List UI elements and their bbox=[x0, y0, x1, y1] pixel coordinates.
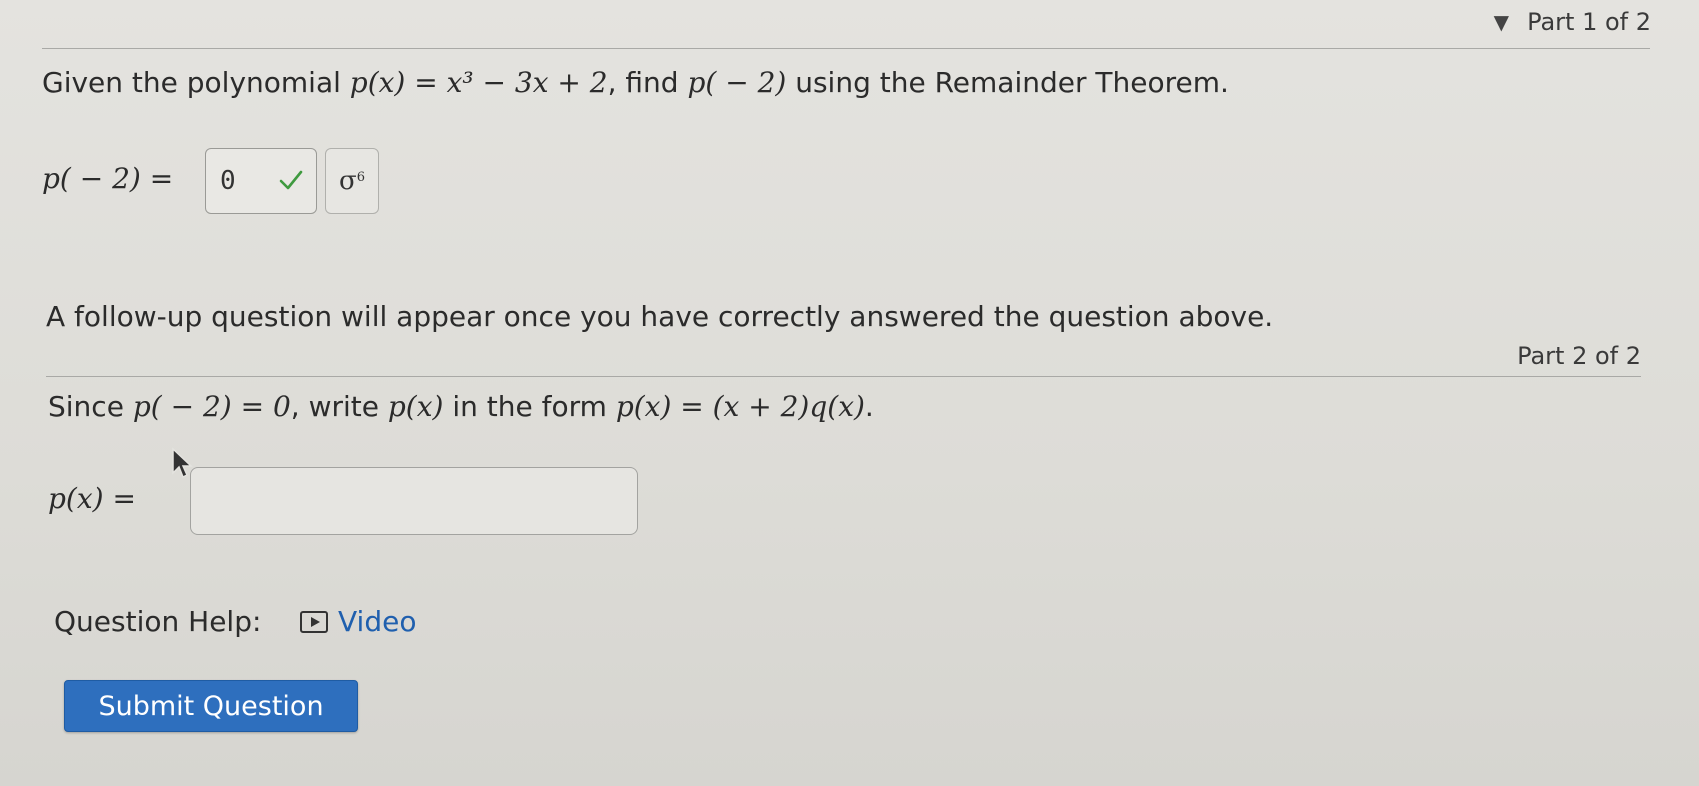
part-1-header[interactable]: ▼ Part 1 of 2 bbox=[1494, 8, 1651, 36]
check-icon bbox=[279, 170, 303, 190]
part-1-question: Given the polynomial p(x) = x³ − 3x + 2,… bbox=[42, 66, 1229, 99]
mouse-cursor-icon bbox=[172, 447, 193, 479]
target-expression: p( − 2) bbox=[687, 66, 787, 99]
video-link-label: Video bbox=[338, 605, 417, 638]
submit-question-button[interactable]: Submit Question bbox=[64, 680, 358, 732]
followup-notice: A follow-up question will appear once yo… bbox=[46, 300, 1274, 333]
target-form-expression: p(x) = (x + 2)q(x) bbox=[615, 390, 865, 423]
part-2-label: Part 2 of 2 bbox=[1517, 342, 1641, 370]
polynomial-answer-input[interactable] bbox=[190, 467, 638, 535]
part-2-answer-label: p(x) = bbox=[48, 482, 136, 515]
part-1-answer-box[interactable]: 0 bbox=[205, 148, 317, 214]
part-2-question: Since p( − 2) = 0, write p(x) in the for… bbox=[48, 390, 874, 423]
polynomial-expression: p(x) = x³ − 3x + 2 bbox=[349, 66, 608, 99]
part-1-answer-value: 0 bbox=[220, 166, 236, 196]
part-2-divider bbox=[46, 376, 1641, 377]
part-1-answer-label: p( − 2) = bbox=[42, 162, 174, 195]
math-preview-button[interactable]: σ6 bbox=[325, 148, 379, 214]
question-help-label: Question Help: bbox=[54, 605, 262, 638]
play-video-icon bbox=[300, 610, 328, 633]
part-1-divider bbox=[42, 48, 1650, 49]
part-1-label: Part 1 of 2 bbox=[1527, 8, 1651, 36]
video-help-link[interactable]: Video bbox=[300, 605, 416, 638]
collapse-triangle-icon[interactable]: ▼ bbox=[1494, 10, 1509, 34]
